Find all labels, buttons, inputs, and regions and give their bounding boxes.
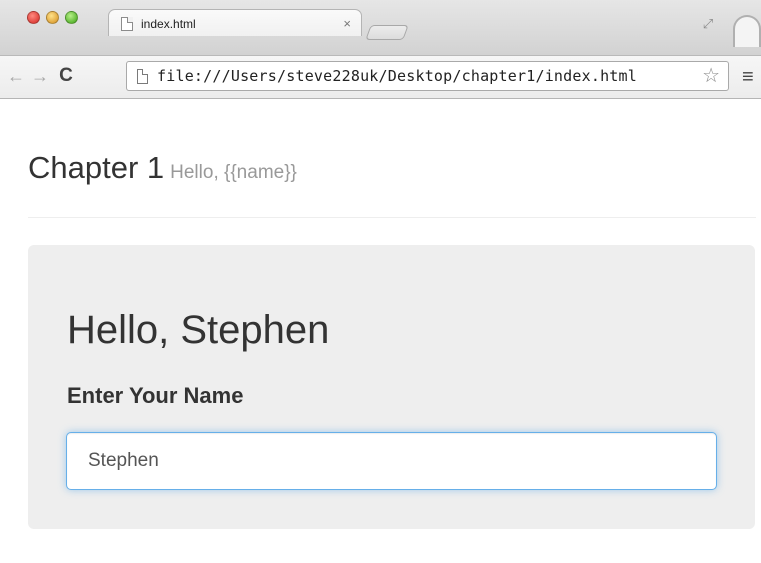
browser-tab[interactable]: index.html ×	[108, 9, 362, 36]
page-content: Chapter 1 Hello, {{name}} Hello, Stephen …	[0, 100, 761, 563]
tab-title: index.html	[141, 16, 196, 31]
name-input[interactable]	[66, 432, 717, 490]
forward-arrow-icon[interactable]: →	[28, 64, 52, 88]
menu-icon[interactable]: ≡	[742, 67, 754, 87]
jumbotron-panel: Hello, Stephen Enter Your Name	[28, 245, 755, 529]
profile-avatar-icon[interactable]	[733, 15, 761, 47]
page-favicon-icon	[121, 16, 133, 31]
address-bar[interactable]: file:///Users/steve228uk/Desktop/chapter…	[126, 61, 729, 91]
tab-strip: index.html × ⤢	[0, 0, 761, 56]
page-title-text: Chapter 1	[28, 150, 165, 185]
reload-icon[interactable]: C	[54, 64, 78, 88]
page-subtitle: Hello, {{name}}	[170, 162, 297, 183]
fullscreen-icon[interactable]: ⤢	[700, 16, 716, 32]
url-text[interactable]: file:///Users/steve228uk/Desktop/chapter…	[157, 67, 702, 85]
minimize-window-button[interactable]	[46, 11, 59, 24]
zoom-window-button[interactable]	[65, 11, 78, 24]
browser-toolbar: ← → C file:///Users/steve228uk/Desktop/c…	[0, 56, 761, 99]
bookmark-star-icon[interactable]: ☆	[702, 62, 720, 90]
page-title: Chapter 1 Hello, {{name}}	[28, 148, 756, 193]
page-header: Chapter 1 Hello, {{name}}	[28, 148, 756, 218]
greeting-heading: Hello, Stephen	[67, 308, 330, 352]
back-arrow-icon[interactable]: ←	[4, 64, 28, 88]
name-field-label: Enter Your Name	[67, 383, 244, 408]
close-window-button[interactable]	[27, 11, 40, 24]
tab-close-icon[interactable]: ×	[343, 16, 351, 31]
new-tab-button[interactable]	[365, 25, 409, 40]
file-page-icon	[137, 68, 148, 84]
